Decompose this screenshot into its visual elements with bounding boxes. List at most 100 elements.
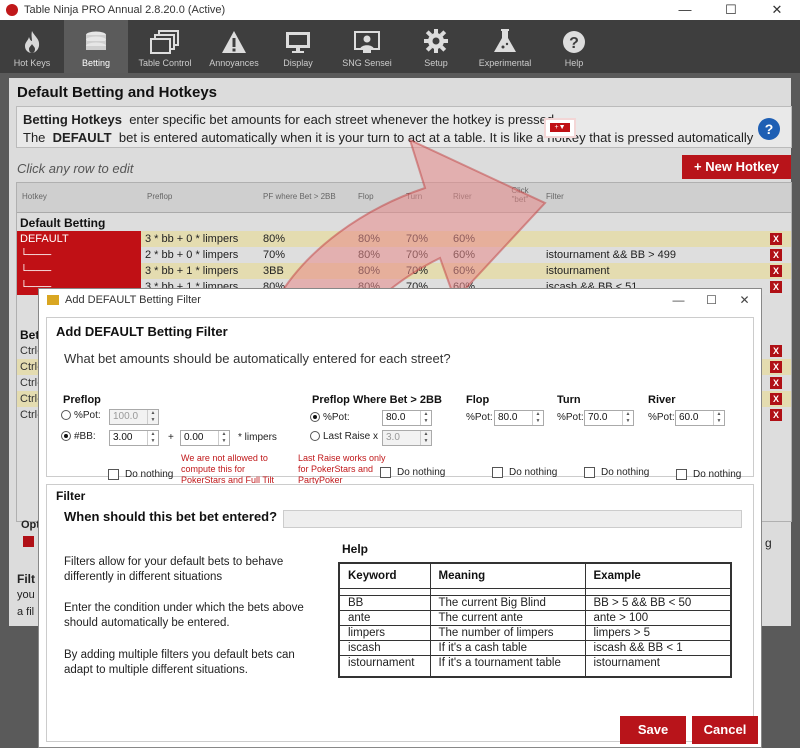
spinner-arrows[interactable]: ▲ ▼ [218, 431, 229, 445]
col-river: River [453, 192, 472, 201]
preflop-limpers-input[interactable]: 0.00 ▲ ▼ [180, 430, 230, 446]
tab-hot-keys[interactable]: Hot Keys [0, 20, 64, 73]
pf2bb-do-nothing[interactable]: Do nothing [380, 467, 445, 478]
preflop-bb-input[interactable]: 3.00 ▲ ▼ [109, 430, 159, 446]
checkbox-icon [584, 467, 595, 478]
delete-row-button[interactable]: X [770, 249, 782, 261]
preflop-pot-radio[interactable]: %Pot: [61, 410, 101, 421]
delete-row-button[interactable]: X [770, 281, 782, 293]
tab-label: Hot Keys [13, 58, 51, 68]
preflop-bb-radio[interactable]: #BB: [61, 431, 96, 442]
tab-table-control[interactable]: Table Control [128, 20, 202, 73]
filter-label-cut: Filt [17, 572, 35, 586]
pf2bb-pot-value: 80.0 [386, 412, 406, 423]
delete-row-button[interactable]: X [770, 361, 782, 373]
options-checkbox[interactable] [23, 536, 34, 547]
spinner-arrows[interactable]: ▲ ▼ [420, 431, 431, 445]
pf2bb-raise-value: 3.0 [386, 432, 400, 443]
table-row[interactable]: └─── 2 * bb + 0 * limpers 70% 80% 70% 60… [17, 247, 791, 263]
river-pot-input[interactable]: 60.0 ▲ ▼ [675, 410, 725, 426]
cell-flop: 80% [358, 233, 381, 245]
text-cut-filter: a fil [17, 606, 35, 618]
add-filter-button[interactable]: +▼ [544, 118, 576, 138]
minimize-button[interactable]: — [662, 2, 708, 18]
tab-annoyances[interactable]: Annoyances [202, 20, 266, 73]
dialog-minimize-button[interactable]: — [662, 293, 695, 307]
row-name: └─── [17, 247, 141, 263]
filter-input[interactable] [283, 510, 742, 528]
maximize-button[interactable]: ☐ [708, 2, 754, 18]
delete-row-button[interactable]: X [770, 377, 782, 389]
close-button[interactable]: ✕ [754, 2, 800, 18]
pf2bb-pot-input[interactable]: 80.0 ▲ ▼ [382, 410, 432, 426]
delete-row-button[interactable]: X [770, 409, 782, 421]
col-flop: Flop [358, 192, 374, 201]
new-hotkey-button[interactable]: + New Hotkey [682, 155, 791, 179]
river-label: River [648, 394, 676, 406]
col-preflop: Preflop [147, 192, 173, 201]
tab-label: Betting [81, 58, 111, 68]
turn-pot-input[interactable]: 70.0 ▲ ▼ [584, 410, 634, 426]
cell-filter: istournament [546, 265, 610, 277]
tab-experimental[interactable]: Experimental [468, 20, 542, 73]
delete-row-button[interactable]: X [770, 345, 782, 357]
tab-display[interactable]: Display [266, 20, 330, 73]
help-meaning: The current Big Blind [429, 594, 586, 610]
pf2bb-raise-radio[interactable]: Last Raise x [310, 431, 378, 442]
sensei-icon [354, 31, 380, 53]
delete-row-button[interactable]: X [770, 393, 782, 405]
table-row[interactable]: └─── 3 * bb + 1 * limpers 3BB 80% 70% 60… [17, 263, 791, 279]
spinner-arrows[interactable]: ▲ ▼ [713, 411, 724, 425]
dialog-app-icon [47, 295, 59, 305]
col-hotkey: Hotkey [22, 192, 47, 201]
pf2bb-raise-input[interactable]: 3.0 ▲ ▼ [382, 430, 432, 446]
dialog-close-button[interactable]: ✕ [728, 293, 761, 307]
cell-turn: 70% [406, 233, 429, 245]
turn-do-nothing[interactable]: Do nothing [584, 467, 649, 478]
river-do-nothing[interactable]: Do nothing [676, 469, 741, 480]
flop-pot-input[interactable]: 80.0 ▲ ▼ [494, 410, 544, 426]
save-button[interactable]: Save [620, 716, 686, 744]
warning-icon [222, 31, 246, 53]
text-cut-you: you [17, 589, 35, 601]
radio-icon [61, 431, 71, 442]
plus-sign: + [168, 432, 174, 443]
help-example: ante > 100 [584, 609, 732, 625]
tab-setup[interactable]: Setup [404, 20, 468, 73]
flask-icon [494, 29, 516, 52]
checkbox-label: Do nothing [125, 469, 174, 481]
spinner-arrows[interactable]: ▲ ▼ [622, 411, 633, 425]
cell-flop: 80% [358, 249, 381, 261]
add-filter-dialog: Add DEFAULT Betting Filter — ☐ ✕ Add DEF… [38, 288, 762, 748]
spinner-arrows[interactable]: ▲ ▼ [532, 411, 543, 425]
info-bold-hotkeys: Betting Hotkeys [23, 112, 122, 127]
pf2bb-label: Preflop Where Bet > 2BB [312, 394, 442, 406]
spinner-arrows[interactable]: ▲ ▼ [147, 410, 158, 424]
pf2bb-pot-radio[interactable]: %Pot: [310, 412, 350, 423]
tab-label: Display [283, 58, 313, 68]
cancel-button[interactable]: Cancel [692, 716, 758, 744]
cell-flop: 80% [358, 265, 381, 277]
info-bold-default: DEFAULT [52, 130, 112, 145]
tab-help[interactable]: ? Help [542, 20, 606, 73]
table-row[interactable]: DEFAULT 3 * bb + 0 * limpers 80% 80% 70%… [17, 231, 791, 247]
row-name: └─── [17, 263, 141, 279]
cell-river: 60% [453, 249, 476, 261]
ribbon-toolbar: Hot Keys Betting Table Control Annoyance… [0, 20, 800, 73]
delete-row-button[interactable]: X [770, 233, 782, 245]
dialog-maximize-button[interactable]: ☐ [695, 293, 728, 307]
flop-do-nothing[interactable]: Do nothing [492, 467, 557, 478]
cell-turn: 70% [406, 265, 429, 277]
help-icon[interactable]: ? [758, 118, 780, 140]
spinner-arrows[interactable]: ▲ ▼ [420, 411, 431, 425]
preflop-do-nothing[interactable]: Do nothing [108, 469, 173, 480]
delete-row-button[interactable]: X [770, 265, 782, 277]
tab-label: Experimental [478, 58, 532, 68]
help-paragraph-3: By adding multiple filters you default b… [64, 649, 295, 676]
help-keyword: BB [338, 594, 431, 610]
preflop-bb-value: 3.00 [113, 432, 133, 443]
preflop-pot-input[interactable]: 100.0 ▲ ▼ [109, 409, 159, 425]
tab-betting[interactable]: Betting [64, 20, 128, 73]
spinner-arrows[interactable]: ▲ ▼ [147, 431, 158, 445]
tab-sng-sensei[interactable]: SNG Sensei [330, 20, 404, 73]
